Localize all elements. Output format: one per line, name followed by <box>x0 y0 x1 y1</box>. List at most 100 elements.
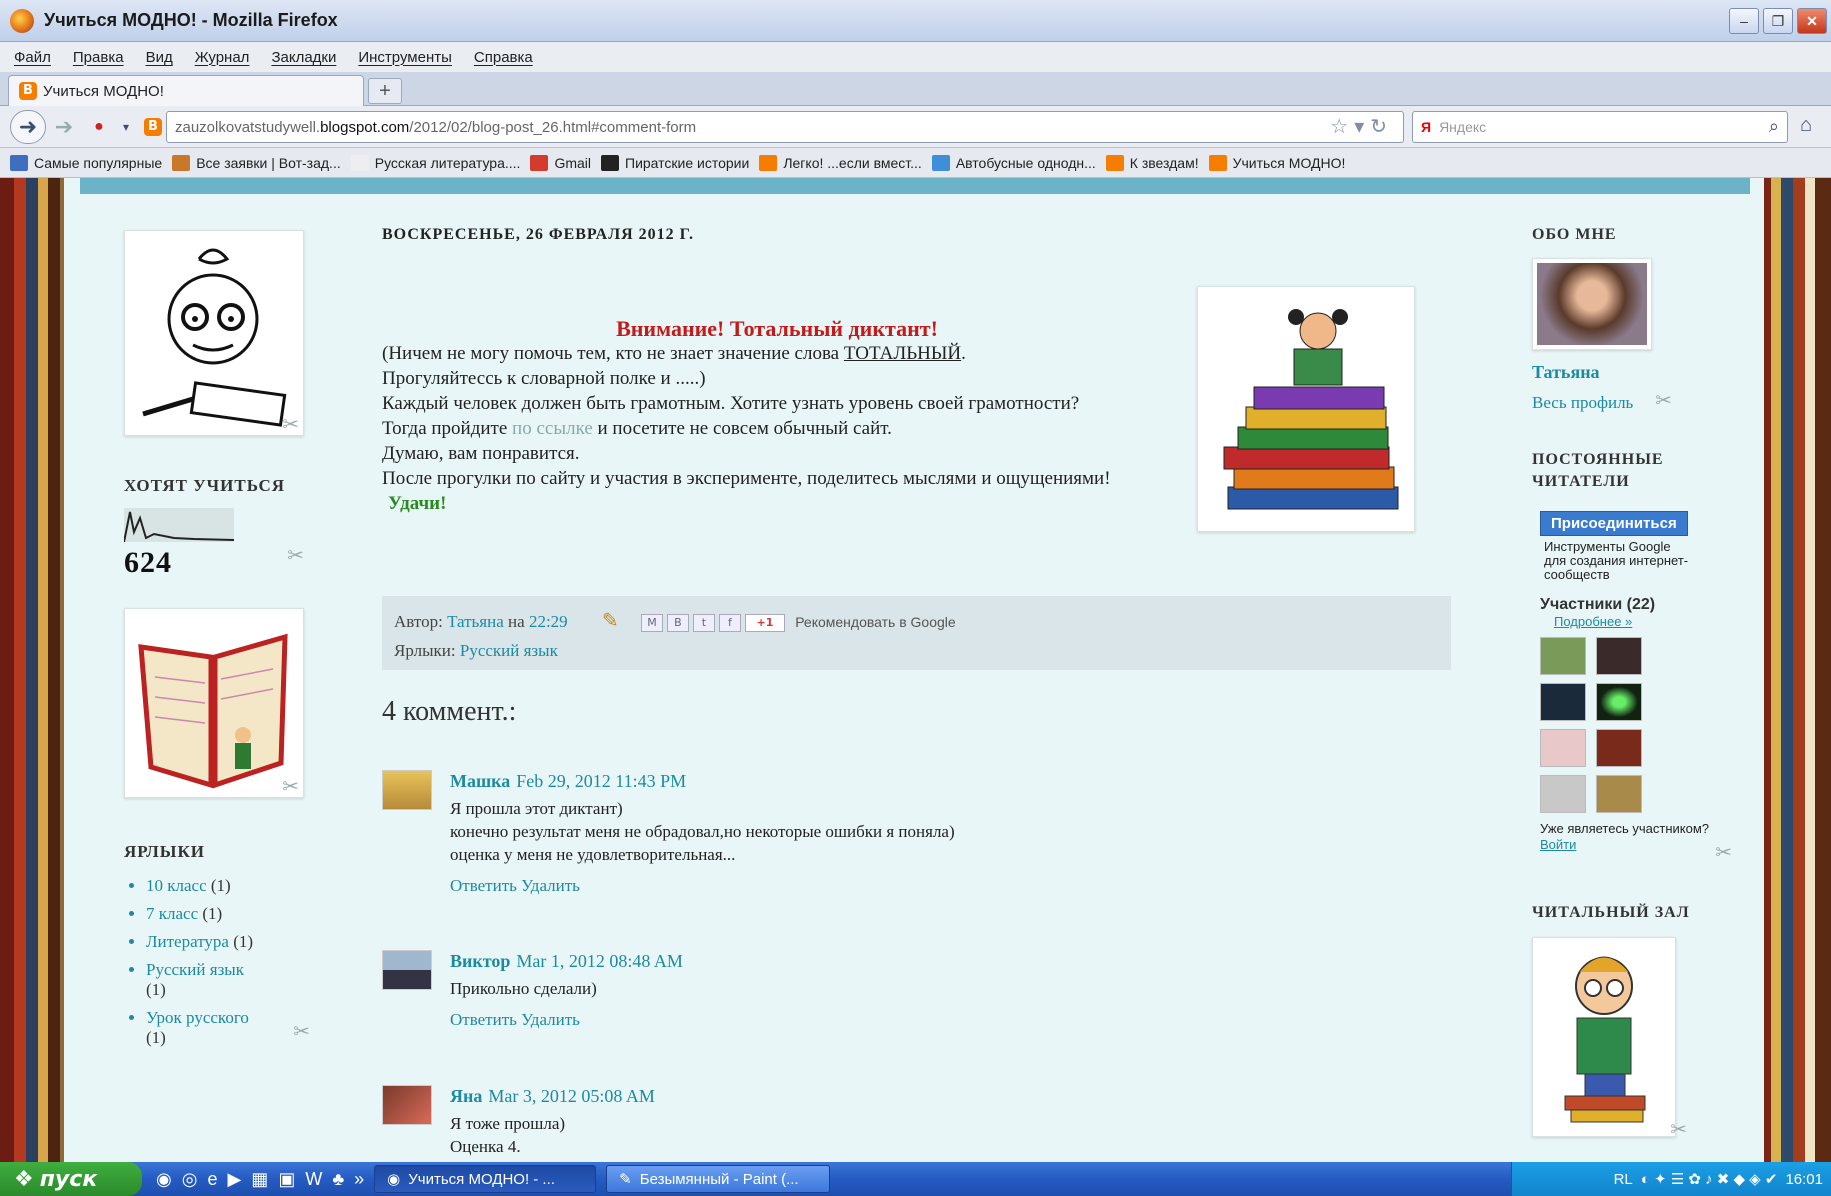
label-link[interactable]: 7 класс <box>146 904 198 923</box>
back-button[interactable]: ➜ <box>10 110 46 144</box>
more-quicklaunch-icon[interactable]: » <box>354 1169 364 1190</box>
member-avatar[interactable] <box>1540 729 1586 767</box>
comment-author[interactable]: Виктор <box>450 951 510 971</box>
facebook-share-icon[interactable]: f <box>718 614 741 633</box>
task-paint[interactable]: ✎ Безымянный - Paint (... <box>606 1165 831 1193</box>
label-item[interactable]: 10 класс (1) <box>146 876 324 896</box>
member-avatar[interactable] <box>1540 683 1586 721</box>
yandex-icon[interactable]: Я <box>1421 119 1431 135</box>
full-profile-link[interactable]: Весь профиль ✂ <box>1532 390 1732 413</box>
more-link[interactable]: Подробнее » <box>1554 614 1732 629</box>
bookmark-item[interactable]: Все заявки | Вот-зад... <box>172 154 341 171</box>
post-link[interactable]: по ссылке <box>512 418 593 439</box>
browser-quicklaunch-icon[interactable]: ◎ <box>182 1169 198 1190</box>
language-indicator[interactable]: RL <box>1614 1171 1633 1188</box>
bookmark-item[interactable]: Самые популярные <box>10 154 162 171</box>
member-avatar[interactable] <box>1540 775 1586 813</box>
bookmark-item[interactable]: Пиратские истории <box>601 154 750 171</box>
blogthis-icon[interactable]: B <box>666 614 689 633</box>
word-quicklaunch-icon[interactable]: W <box>305 1169 322 1190</box>
addon-button[interactable]: ● <box>84 110 114 144</box>
reply-link[interactable]: Ответить <box>450 876 517 895</box>
profile-name[interactable]: Татьяна <box>1532 362 1732 383</box>
powerpoint-quicklaunch-icon[interactable]: ▣ <box>278 1169 295 1190</box>
member-avatar[interactable] <box>1596 775 1642 813</box>
ie-quicklaunch-icon[interactable]: e <box>207 1169 217 1190</box>
menu-history[interactable]: Журнал <box>195 49 250 66</box>
edit-wrench-icon[interactable]: ✂ <box>1715 843 1732 863</box>
join-button[interactable]: Присоединиться <box>1540 511 1688 536</box>
label-item[interactable]: Литература (1) <box>146 932 324 952</box>
comment-time[interactable]: Mar 3, 2012 05:08 AM <box>488 1086 655 1106</box>
bookmark-item[interactable]: К звездам! <box>1105 154 1199 171</box>
bookmark-item[interactable]: Учиться МОДНО! <box>1208 154 1345 171</box>
start-button[interactable]: ❖ пуск <box>0 1162 142 1196</box>
minimize-button[interactable]: – <box>1729 8 1759 34</box>
delete-link[interactable]: Удалить <box>521 1010 580 1029</box>
members-count: Участники (22) <box>1540 596 1656 613</box>
excel-quicklaunch-icon[interactable]: ▦ <box>251 1169 268 1190</box>
tray-icons[interactable]: ◐ ✦ ☰ ✿ ♪ ✖ ◆ ◈ ✔ <box>1641 1170 1778 1188</box>
firefox-quicklaunch-icon[interactable]: ◉ <box>156 1169 172 1190</box>
delete-link[interactable]: Удалить <box>521 876 580 895</box>
member-avatar[interactable] <box>1596 637 1642 675</box>
dropdown-button[interactable]: ▾ <box>118 110 134 144</box>
edit-wrench-icon[interactable]: ✂ <box>1655 388 1672 413</box>
post-time-link[interactable]: 22:29 <box>529 612 568 631</box>
edit-wrench-icon[interactable]: ✂ <box>1670 1117 1687 1142</box>
comment-author[interactable]: Яна <box>450 1086 482 1106</box>
label-link[interactable]: Русский язык <box>146 960 244 979</box>
email-share-icon[interactable]: M <box>640 614 663 633</box>
search-box[interactable]: Я Яндекс ⌕ <box>1412 111 1788 143</box>
home-icon[interactable]: ⌂ <box>1800 114 1812 137</box>
app-quicklaunch-icon[interactable]: ♣ <box>332 1169 344 1190</box>
menu-view[interactable]: Вид <box>146 49 173 66</box>
comment-time[interactable]: Mar 1, 2012 08:48 AM <box>516 951 683 971</box>
profile-photo[interactable] <box>1532 258 1652 350</box>
search-icon[interactable]: ⌕ <box>1769 116 1779 137</box>
edit-wrench-icon[interactable]: ✂ <box>282 774 299 799</box>
menu-bookmarks[interactable]: Закладки <box>271 49 336 66</box>
menu-edit[interactable]: Правка <box>73 49 124 66</box>
menu-file[interactable]: Файл <box>14 49 51 66</box>
bookmark-item[interactable]: Gmail <box>530 154 591 171</box>
edit-wrench-icon[interactable]: ✂ <box>293 1019 310 1044</box>
member-avatar[interactable] <box>1596 683 1642 721</box>
reply-link[interactable]: Ответить <box>450 1010 517 1029</box>
google-plus-one-button[interactable]: +1 <box>744 614 785 633</box>
comment-author[interactable]: Машка <box>450 771 510 791</box>
member-avatar[interactable] <box>1540 637 1586 675</box>
new-tab-button[interactable]: + <box>368 78 402 104</box>
label-item[interactable]: Русский язык(1) <box>146 960 324 1000</box>
site-identity[interactable]: B <box>142 110 164 144</box>
label-link[interactable]: Урок русского <box>146 1008 249 1027</box>
bookmark-label: Пиратские истории <box>625 154 750 171</box>
label-link[interactable]: 10 класс <box>146 876 207 895</box>
forward-button[interactable]: ➔ <box>50 110 78 144</box>
menu-help[interactable]: Справка <box>474 49 533 66</box>
bookmark-item[interactable]: Русская литература.... <box>350 154 520 171</box>
already-member: Уже являетесь участником? Войти ✂ <box>1540 821 1732 863</box>
edit-wrench-icon[interactable]: ✂ <box>287 543 304 568</box>
close-button[interactable]: ✕ <box>1797 8 1827 34</box>
login-link[interactable]: Войти <box>1540 837 1576 852</box>
menu-tools[interactable]: Инструменты <box>358 49 452 66</box>
restore-button[interactable]: ❐ <box>1763 8 1793 34</box>
member-avatar[interactable] <box>1596 729 1642 767</box>
task-firefox[interactable]: ◉ Учиться МОДНО! - ... <box>374 1165 597 1193</box>
label-link[interactable]: Литература <box>146 932 229 951</box>
post-label-link[interactable]: Русский язык <box>460 641 558 660</box>
media-quicklaunch-icon[interactable]: ▶ <box>227 1169 241 1190</box>
bookmark-star-icon[interactable]: ☆▾↻ <box>1330 114 1393 139</box>
tab-active[interactable]: B Учиться МОДНО! <box>8 75 364 106</box>
bookmark-item[interactable]: Легко! ...если вмест... <box>759 154 922 171</box>
address-bar[interactable]: zauzolkovatstudywell. blogspot.com/2012/0… <box>166 111 1404 143</box>
edit-wrench-icon[interactable]: ✂ <box>282 412 299 437</box>
about-heading: ОБО МНЕ <box>1532 226 1617 243</box>
label-item[interactable]: 7 класс (1) <box>146 904 324 924</box>
twitter-share-icon[interactable]: t <box>692 614 715 633</box>
edit-pencil-icon[interactable]: ✎ <box>602 610 619 632</box>
bookmark-item[interactable]: Автобусные однодн... <box>931 154 1096 171</box>
author-link[interactable]: Татьяна <box>447 612 504 631</box>
comment-time[interactable]: Feb 29, 2012 11:43 PM <box>516 771 686 791</box>
